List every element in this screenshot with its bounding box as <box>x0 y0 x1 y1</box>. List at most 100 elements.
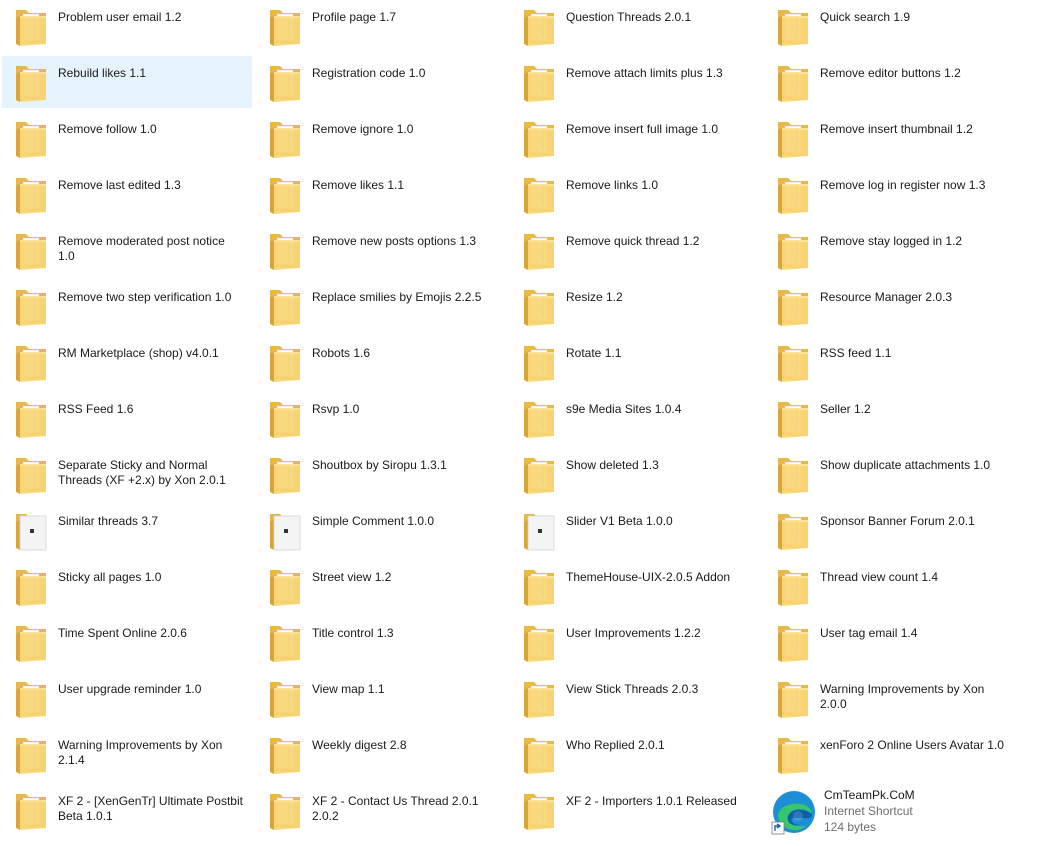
folder-item-similar-threads-3-7[interactable]: Similar threads 3.7 <box>2 504 252 556</box>
folder-item-remove-new-posts-options-1-3[interactable]: Remove new posts options 1.3 <box>256 224 506 276</box>
folder-icon <box>522 788 556 832</box>
item-name: User tag email 1.4 <box>820 626 918 640</box>
item-name: RSS feed 1.1 <box>820 346 892 360</box>
item-label: xenForo 2 Online Users Avatar 1.0 <box>820 732 1006 753</box>
folder-item-rm-marketplace-shop-v4-0-1[interactable]: RM Marketplace (shop) v4.0.1 <box>2 336 252 388</box>
shortcut-item-cmteampk-com[interactable]: CmTeamPk.CoM Internet Shortcut 124 bytes <box>764 784 1014 836</box>
folder-icon <box>14 116 48 160</box>
item-label: Remove links 1.0 <box>566 172 752 193</box>
folder-item-who-replied-2-0-1[interactable]: Who Replied 2.0.1 <box>510 728 760 780</box>
folder-item-warning-improvements-by-xon-2-0-0[interactable]: Warning Improvements by Xon 2.0.0 <box>764 672 1014 724</box>
folder-item-view-stick-threads-2-0-3[interactable]: View Stick Threads 2.0.3 <box>510 672 760 724</box>
folder-item-profile-page-1-7[interactable]: Profile page 1.7 <box>256 0 506 52</box>
item-name: Remove quick thread 1.2 <box>566 234 700 248</box>
item-label: Remove insert full image 1.0 <box>566 116 752 137</box>
item-name: Remove editor buttons 1.2 <box>820 66 961 80</box>
folder-item-remove-attach-limits-plus-1-3[interactable]: Remove attach limits plus 1.3 <box>510 56 760 108</box>
item-name: XF 2 - Contact Us Thread 2.0.1 2.0.2 <box>312 794 479 823</box>
item-label: Remove likes 1.1 <box>312 172 498 193</box>
folder-item-resource-manager-2-0-3[interactable]: Resource Manager 2.0.3 <box>764 280 1014 332</box>
folder-item-resize-1-2[interactable]: Resize 1.2 <box>510 280 760 332</box>
edge-shortcut-icon <box>770 788 818 836</box>
folder-item-remove-links-1-0[interactable]: Remove links 1.0 <box>510 168 760 220</box>
folder-item-show-duplicate-attachments-1-0[interactable]: Show duplicate attachments 1.0 <box>764 448 1014 500</box>
item-name: Remove insert full image 1.0 <box>566 122 719 136</box>
folder-item-street-view-1-2[interactable]: Street view 1.2 <box>256 560 506 612</box>
folder-icon <box>268 676 302 720</box>
folder-item-xenforo-2-online-users-avatar-1-0[interactable]: xenForo 2 Online Users Avatar 1.0 <box>764 728 1014 780</box>
folder-item-show-deleted-1-3[interactable]: Show deleted 1.3 <box>510 448 760 500</box>
folder-icon <box>776 620 810 664</box>
item-label: ThemeHouse-UIX-2.0.5 Addon <box>566 564 752 585</box>
folder-item-registration-code-1-0[interactable]: Registration code 1.0 <box>256 56 506 108</box>
folder-item-remove-two-step-verification-1-0[interactable]: Remove two step verification 1.0 <box>2 280 252 332</box>
folder-item-remove-editor-buttons-1-2[interactable]: Remove editor buttons 1.2 <box>764 56 1014 108</box>
folder-item-remove-likes-1-1[interactable]: Remove likes 1.1 <box>256 168 506 220</box>
folder-item-seller-1-2[interactable]: Seller 1.2 <box>764 392 1014 444</box>
folder-icon <box>776 60 810 104</box>
item-name: Show duplicate attachments 1.0 <box>820 458 991 472</box>
folder-icon <box>268 116 302 160</box>
item-name: Sponsor Banner Forum 2.0.1 <box>820 514 975 528</box>
item-name: Remove two step verification 1.0 <box>58 290 232 304</box>
folder-item-robots-1-6[interactable]: Robots 1.6 <box>256 336 506 388</box>
folder-item-shoutbox-by-siropu-1-3-1[interactable]: Shoutbox by Siropu 1.3.1 <box>256 448 506 500</box>
folder-icon <box>776 172 810 216</box>
folder-item-question-threads-2-0-1[interactable]: Question Threads 2.0.1 <box>510 0 760 52</box>
folder-item-sticky-all-pages-1-0[interactable]: Sticky all pages 1.0 <box>2 560 252 612</box>
folder-icon <box>776 732 810 776</box>
folder-item-slider-v1-beta-1-0-0[interactable]: Slider V1 Beta 1.0.0 <box>510 504 760 556</box>
folder-item-thread-view-count-1-4[interactable]: Thread view count 1.4 <box>764 560 1014 612</box>
folder-item-remove-follow-1-0[interactable]: Remove follow 1.0 <box>2 112 252 164</box>
folder-item-warning-improvements-by-xon-2-1-4[interactable]: Warning Improvements by Xon 2.1.4 <box>2 728 252 780</box>
folder-item-xf-2-xengentr-ultimate-postbit-beta-1-0-1[interactable]: XF 2 - [XenGenTr] Ultimate Postbit Beta … <box>2 784 252 836</box>
folder-item-s9e-media-sites-1-0-4[interactable]: s9e Media Sites 1.0.4 <box>510 392 760 444</box>
folder-icon <box>522 4 556 48</box>
folder-item-remove-moderated-post-notice-1-0[interactable]: Remove moderated post notice 1.0 <box>2 224 252 276</box>
item-name: Registration code 1.0 <box>312 66 426 80</box>
folder-item-rsvp-1-0[interactable]: Rsvp 1.0 <box>256 392 506 444</box>
folder-icon <box>268 732 302 776</box>
folder-item-view-map-1-1[interactable]: View map 1.1 <box>256 672 506 724</box>
folder-item-user-upgrade-reminder-1-0[interactable]: User upgrade reminder 1.0 <box>2 672 252 724</box>
folder-item-remove-stay-logged-in-1-2[interactable]: Remove stay logged in 1.2 <box>764 224 1014 276</box>
folder-item-problem-user-email-1-2[interactable]: Problem user email 1.2 <box>2 0 252 52</box>
folder-item-user-tag-email-1-4[interactable]: User tag email 1.4 <box>764 616 1014 668</box>
folder-item-remove-last-edited-1-3[interactable]: Remove last edited 1.3 <box>2 168 252 220</box>
folder-item-separate-sticky-and-normal-threads-xf-2-x-by-xon-2-0-1[interactable]: Separate Sticky and Normal Threads (XF +… <box>2 448 252 500</box>
folder-item-remove-insert-thumbnail-1-2[interactable]: Remove insert thumbnail 1.2 <box>764 112 1014 164</box>
folder-item-xf-2-importers-1-0-1-released[interactable]: XF 2 - Importers 1.0.1 Released <box>510 784 760 836</box>
folder-item-sponsor-banner-forum-2-0-1[interactable]: Sponsor Banner Forum 2.0.1 <box>764 504 1014 556</box>
folder-item-remove-insert-full-image-1-0[interactable]: Remove insert full image 1.0 <box>510 112 760 164</box>
file-grid: Problem user email 1.2 Profile page 1.7 … <box>0 0 1052 846</box>
item-name: Weekly digest 2.8 <box>312 738 407 752</box>
folder-item-rotate-1-1[interactable]: Rotate 1.1 <box>510 336 760 388</box>
folder-item-replace-smilies-by-emojis-2-2-5[interactable]: Replace smilies by Emojis 2.2.5 <box>256 280 506 332</box>
folder-item-rss-feed-1-6[interactable]: RSS Feed 1.6 <box>2 392 252 444</box>
folder-item-rss-feed-1-1[interactable]: RSS feed 1.1 <box>764 336 1014 388</box>
folder-item-title-control-1-3[interactable]: Title control 1.3 <box>256 616 506 668</box>
folder-icon <box>14 228 48 272</box>
folder-item-user-improvements-1-2-2[interactable]: User Improvements 1.2.2 <box>510 616 760 668</box>
folder-item-weekly-digest-2-8[interactable]: Weekly digest 2.8 <box>256 728 506 780</box>
folder-item-remove-quick-thread-1-2[interactable]: Remove quick thread 1.2 <box>510 224 760 276</box>
item-label: RSS feed 1.1 <box>820 340 1006 361</box>
folder-item-remove-ignore-1-0[interactable]: Remove ignore 1.0 <box>256 112 506 164</box>
folder-item-xf-2-contact-us-thread-2-0-1-2-0-2[interactable]: XF 2 - Contact Us Thread 2.0.1 2.0.2 <box>256 784 506 836</box>
folder-item-time-spent-online-2-0-6[interactable]: Time Spent Online 2.0.6 <box>2 616 252 668</box>
folder-item-themehouse-uix-2-0-5-addon[interactable]: ThemeHouse-UIX-2.0.5 Addon <box>510 560 760 612</box>
folder-item-remove-log-in-register-now-1-3[interactable]: Remove log in register now 1.3 <box>764 168 1014 220</box>
folder-item-quick-search-1-9[interactable]: Quick search 1.9 <box>764 0 1014 52</box>
item-name: Quick search 1.9 <box>820 10 911 24</box>
item-label: s9e Media Sites 1.0.4 <box>566 396 752 417</box>
folder-icon <box>268 340 302 384</box>
item-label: Warning Improvements by Xon 2.1.4 <box>58 732 244 768</box>
item-name: RSS Feed 1.6 <box>58 402 134 416</box>
item-label: Remove stay logged in 1.2 <box>820 228 1006 249</box>
folder-icon <box>522 620 556 664</box>
folder-item-simple-comment-1-0-0[interactable]: Simple Comment 1.0.0 <box>256 504 506 556</box>
item-name: Question Threads 2.0.1 <box>566 10 692 24</box>
item-label: Remove insert thumbnail 1.2 <box>820 116 1006 137</box>
folder-item-rebuild-likes-1-1[interactable]: Rebuild likes 1.1 <box>2 56 252 108</box>
item-name: Resource Manager 2.0.3 <box>820 290 953 304</box>
